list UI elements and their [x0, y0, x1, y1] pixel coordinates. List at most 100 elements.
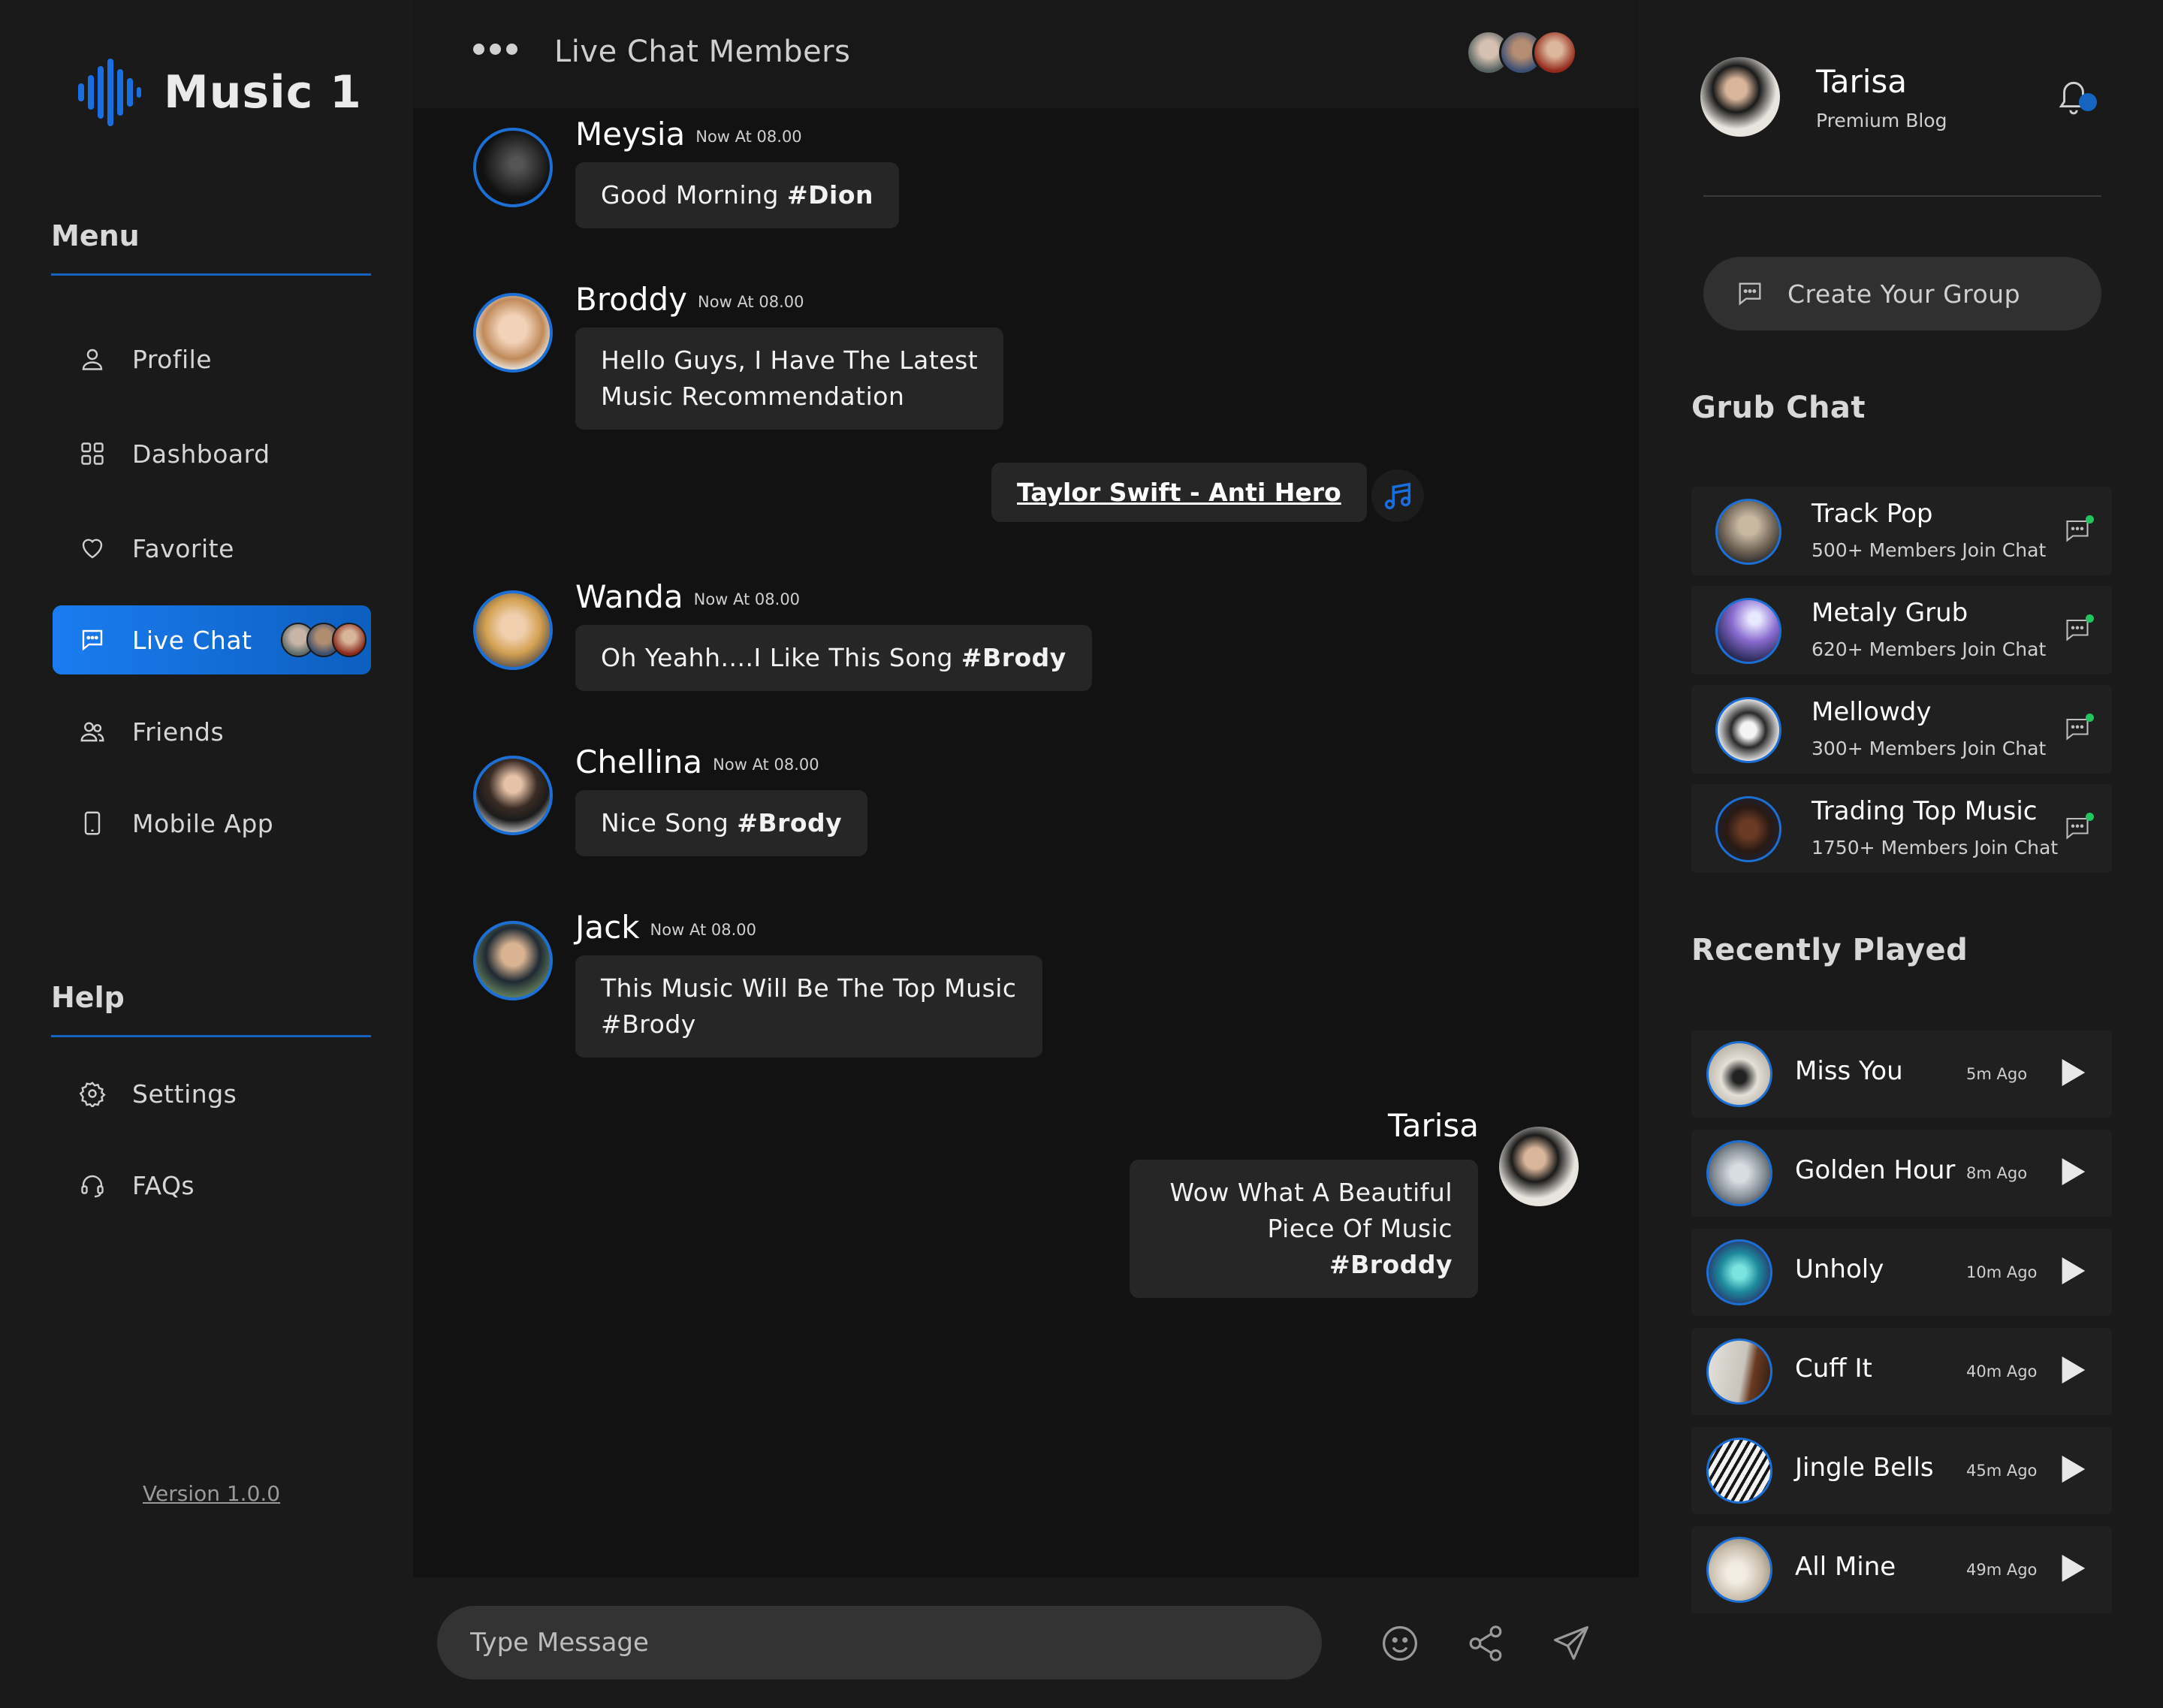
chat-header: Live Chat Members	[413, 0, 1639, 108]
track-name: Unholy	[1795, 1254, 1884, 1284]
help-divider	[51, 1035, 371, 1037]
message-input[interactable]	[437, 1606, 1322, 1679]
track-thumbnail	[1706, 1041, 1772, 1107]
member-avatars[interactable]	[1466, 30, 1577, 75]
avatar[interactable]	[473, 128, 553, 207]
sidebar-item-favorite[interactable]: Favorite	[53, 514, 371, 583]
chat-icon[interactable]	[2064, 515, 2094, 547]
send-icon[interactable]	[1549, 1621, 1594, 1666]
emoji-icon[interactable]	[1377, 1621, 1422, 1666]
track-thumbnail	[1706, 1537, 1772, 1603]
track-name: All Mine	[1795, 1552, 1896, 1582]
help-title: Help	[51, 981, 125, 1014]
avatar[interactable]	[1499, 1127, 1579, 1206]
online-indicator	[2086, 515, 2094, 524]
track-thumbnail	[1706, 1338, 1772, 1405]
create-group-button[interactable]: Create Your Group	[1703, 257, 2101, 330]
avatar[interactable]	[473, 293, 553, 373]
group-thumbnail	[1715, 697, 1781, 763]
more-options-icon[interactable]	[473, 44, 523, 55]
avatar[interactable]	[473, 590, 553, 670]
music-note-icon[interactable]	[1371, 469, 1424, 522]
track-time: 40m Ago	[1966, 1362, 2038, 1381]
logo[interactable]: Music 1	[78, 59, 362, 126]
group-item[interactable]: Mellowdy 300+ Members Join Chat	[1691, 685, 2112, 774]
share-icon[interactable]	[1463, 1621, 1508, 1666]
sidebar-item-friends[interactable]: Friends	[53, 697, 371, 766]
group-item[interactable]: Track Pop 500+ Members Join Chat	[1691, 487, 2112, 575]
chat-icon[interactable]	[2064, 714, 2094, 745]
play-icon[interactable]	[2059, 1256, 2092, 1289]
track-time: 8m Ago	[1966, 1164, 2028, 1182]
sidebar-item-mobile-app[interactable]: Mobile App	[53, 789, 371, 858]
sidebar-item-profile[interactable]: Profile	[53, 324, 371, 394]
sidebar-item-live-chat[interactable]: Live Chat	[53, 605, 371, 674]
message-bubble: Nice Song #Brody	[575, 790, 868, 856]
message-time: Now At 08.00	[698, 292, 804, 311]
message-bubble: Hello Guys, I Have The Latest Music Recom…	[575, 327, 1004, 430]
sidebar-item-settings[interactable]: Settings	[53, 1059, 371, 1128]
heart-icon	[77, 533, 107, 563]
recent-track[interactable]: Unholy 10m Ago	[1691, 1229, 2112, 1316]
song-link[interactable]: Taylor Swift - Anti Hero	[991, 463, 1367, 522]
online-indicator	[2086, 614, 2094, 623]
menu-divider	[51, 273, 371, 276]
recent-track[interactable]: Jingle Bells 45m Ago	[1691, 1427, 2112, 1514]
recent-track[interactable]: Golden Hour 8m Ago	[1691, 1130, 2112, 1217]
sound-wave-icon	[78, 59, 141, 126]
profile-subtitle: Premium Blog	[1816, 110, 1947, 131]
play-icon[interactable]	[2059, 1553, 2092, 1586]
group-item[interactable]: Metaly Grub 620+ Members Join Chat	[1691, 586, 2112, 674]
notification-badge	[2079, 93, 2097, 111]
profile-name: Tarisa	[1816, 63, 1907, 100]
sender-name: Chellina Now At 08.00	[575, 744, 819, 780]
avatar[interactable]	[473, 921, 553, 1000]
sidebar: Music 1 Menu Profile Dashboard Favorite …	[0, 0, 413, 1708]
play-icon[interactable]	[2059, 1058, 2092, 1091]
message-time: Now At 08.00	[695, 127, 802, 146]
track-name: Miss You	[1795, 1056, 1903, 1086]
track-time: 45m Ago	[1966, 1462, 2038, 1480]
track-name: Golden Hour	[1795, 1155, 1956, 1185]
headset-icon	[77, 1170, 107, 1200]
play-icon[interactable]	[2059, 1157, 2092, 1190]
right-panel: Tarisa Premium Blog Create Your Group Gr…	[1639, 0, 2163, 1708]
play-icon[interactable]	[2059, 1454, 2092, 1487]
recent-track[interactable]: Cuff It 40m Ago	[1691, 1328, 2112, 1415]
sidebar-item-dashboard[interactable]: Dashboard	[53, 419, 371, 488]
avatar[interactable]	[1700, 57, 1780, 137]
menu-title: Menu	[51, 219, 140, 252]
group-chat-title: Grub Chat	[1691, 391, 1866, 425]
online-indicator	[2086, 714, 2094, 722]
chat-icon[interactable]	[2064, 614, 2094, 646]
group-members: 1750+ Members Join Chat	[1812, 837, 2059, 859]
sender-name: Wanda Now At 08.00	[575, 578, 801, 615]
track-time: 49m Ago	[1966, 1561, 2038, 1579]
sidebar-item-faqs[interactable]: FAQs	[53, 1151, 371, 1220]
sender-name: Broddy Now At 08.00	[575, 281, 804, 318]
message-time: Now At 08.00	[693, 590, 801, 608]
recent-track[interactable]: Miss You 5m Ago	[1691, 1031, 2112, 1118]
group-name: Metaly Grub	[1812, 598, 1968, 628]
version-link[interactable]: Version 1.0.0	[143, 1481, 280, 1506]
track-name: Jingle Bells	[1795, 1453, 1934, 1483]
live-chat-avatars	[280, 623, 367, 657]
chat-footer	[413, 1577, 1639, 1708]
chat-icon[interactable]	[2064, 813, 2094, 844]
sender-name: Jack Now At 08.00	[575, 909, 756, 946]
group-thumbnail	[1715, 598, 1781, 664]
sidebar-item-label: Settings	[132, 1079, 237, 1109]
group-item[interactable]: Trading Top Music 1750+ Members Join Cha…	[1691, 784, 2112, 873]
avatar[interactable]	[473, 756, 553, 835]
my-message-bubble: Wow What A Beautiful Piece Of Music #Brod…	[1130, 1160, 1478, 1298]
group-thumbnail	[1715, 499, 1781, 565]
online-indicator	[2086, 813, 2094, 821]
notification-button[interactable]	[2055, 75, 2097, 119]
sidebar-item-label: Friends	[132, 717, 225, 747]
app-name: Music 1	[164, 66, 362, 119]
play-icon[interactable]	[2059, 1355, 2092, 1388]
group-members: 300+ Members Join Chat	[1812, 738, 2047, 759]
recent-track[interactable]: All Mine 49m Ago	[1691, 1526, 2112, 1613]
track-thumbnail	[1706, 1239, 1772, 1305]
track-thumbnail	[1706, 1140, 1772, 1206]
